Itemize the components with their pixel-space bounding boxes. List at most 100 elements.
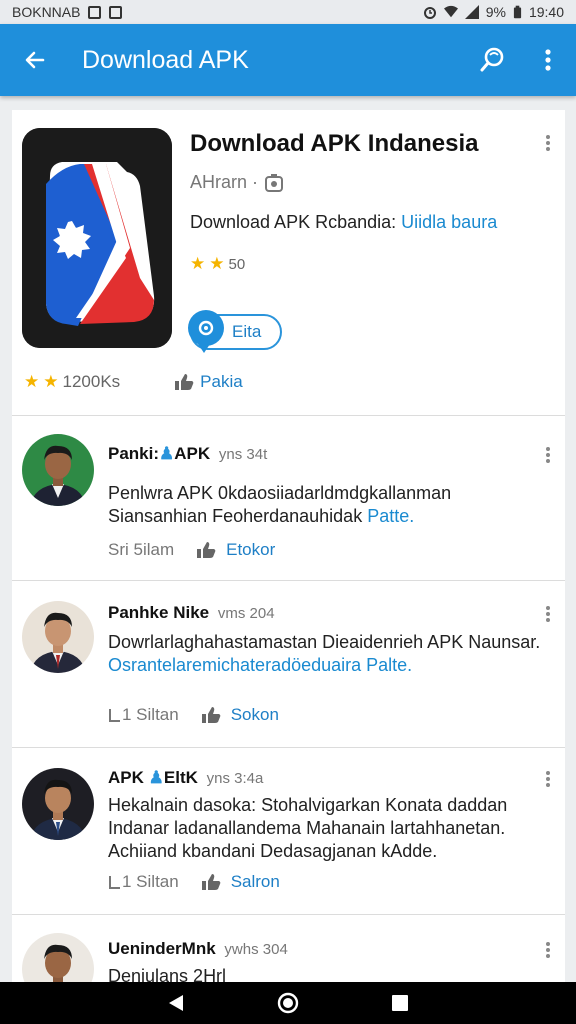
main-content: Download APK Indanesia AHrarn · Download… [12,110,565,982]
rating-value: 50 [228,255,246,273]
review-link[interactable]: Patte. [367,506,414,526]
reviewer-name: APK ♟EltK yns 3:4a [108,768,263,788]
review-time: ywhs 304 [224,941,288,958]
review-text: Dowrlarlaghahastamastan Dieaidenrieh APK… [108,631,548,677]
reviewer-name: Panki:♟APK yns 34t [108,444,267,464]
page-title: Download APK [82,45,249,74]
package-link[interactable]: Pakia [174,372,243,392]
back-arrow-icon [25,51,45,69]
reviewer-badge-text: APK [174,444,211,463]
reply-label: Salron [230,872,280,891]
reply-label: Etokor [226,540,276,559]
verified-badge-icon [265,173,284,192]
thumb-icon [175,374,194,390]
signal-icon [464,5,479,19]
nav-recents-button[interactable] [380,982,420,1024]
star-icon: ★ [24,372,40,391]
review-time: vms 204 [217,605,275,622]
badge-icon: ♟ [148,768,164,787]
downloads-value: 1200Ks [62,372,121,391]
review-text: Hekalnain dasoka: Stohalvigarkan Konata … [108,795,508,861]
review-meta-text: 1 Siltan [122,872,179,891]
package-label: Pakia [200,372,243,391]
app-header-card: Download APK Indanesia AHrarn · Download… [12,110,565,416]
description-text: Download APK Rcbandia: [190,212,397,232]
review-text: Penlwra APK 0kdaosiiadarldmdgkallanman S… [108,482,548,528]
more-vert-icon[interactable] [545,770,551,788]
battery-percent: 9% [485,4,506,20]
more-vert-icon[interactable] [545,605,551,623]
avatar-photo [22,601,94,673]
thumb-icon [201,874,221,890]
wifi-icon [443,5,458,18]
more-vert-icon[interactable] [545,446,551,464]
review-meta: Sri 5ilam Etokor [108,540,275,560]
nav-home-button[interactable] [268,982,308,1024]
review-item: UeninderMnk ywhs 304 Deniulans 2Hrl [12,915,565,982]
refresh-icon [198,320,214,336]
more-vert-icon[interactable] [545,941,551,959]
reviewer-name-text: Panhke Nike [108,603,210,622]
nav-back-icon [169,995,183,1011]
avatar-photo [22,434,94,506]
star-icon: ★ [190,254,206,273]
review-item: Panki:♟APK yns 34t Penlwra APK 0kdaosiia… [12,416,565,581]
review-meta: 1 Siltan Salron [108,872,280,892]
app-bar: Download APK [0,24,576,96]
back-button[interactable] [0,24,70,96]
star-icon: ★ [209,254,225,273]
thumb-icon [201,707,221,723]
more-vert-icon[interactable] [545,134,551,152]
reviewer-name-text: APK [108,768,144,787]
review-time: yns 3:4a [206,770,264,787]
search-icon [480,47,504,72]
badge-icon: ♟ [159,444,175,463]
nav-recents-icon [392,995,408,1011]
avatar-photo [22,768,94,840]
review-item: APK ♟EltK yns 3:4a Hekalnain dasoka: Sto… [12,748,565,915]
avatar[interactable] [22,601,94,673]
more-options-button[interactable] [520,24,576,96]
description-link[interactable]: Uiidla baura [401,212,497,232]
review-time: yns 34t [218,446,268,463]
app-description: Download APK Rcbandia: Uiidla baura [190,212,497,233]
thumb-icon [197,542,216,558]
reviewer-name: UeninderMnk ywhs 304 [108,939,288,959]
install-chat-icon[interactable] [188,310,224,353]
reviewer-name-text: Panki: [108,444,160,463]
more-vert-icon [545,49,551,71]
search-button[interactable] [464,24,520,96]
reply-label: Sokon [230,705,279,724]
developer-name: AHrarn · [190,172,259,192]
app-logo[interactable] [22,128,172,348]
star-icon: ★ [43,372,59,391]
nav-home-icon [277,992,299,1014]
review-item: Panhke Nike vms 204 Dowrlarlaghahastamas… [12,581,565,748]
navigation-bar [0,982,576,1024]
install-label: Eita [232,322,262,341]
app-rating: ★ ★ 50 [190,254,245,274]
bar-icon [109,709,120,722]
avatar[interactable] [22,933,94,982]
review-meta-text: Sri 5ilam [108,540,175,559]
review-link[interactable]: Osrantelaremichateradöeduaira Palte. [108,655,412,675]
status-left-text: BOKNNAB [12,4,81,20]
reply-button[interactable]: Salron [201,872,280,892]
app-logo-graphic [22,128,172,348]
review-meta: 1 Siltan Sokon [108,705,279,725]
downloads-count: ★ ★ 1200Ks [24,372,120,392]
avatar-photo [22,933,94,982]
reviewer-name: Panhke Nike vms 204 [108,603,275,623]
app-stats: ★ ★ 1200Ks Pakia [24,372,554,392]
app-title: Download APK Indanesia [190,130,479,157]
avatar[interactable] [22,434,94,506]
battery-icon [513,5,522,19]
reply-button[interactable]: Etokor [196,540,275,560]
reply-button[interactable]: Sokon [201,705,279,725]
developer-line[interactable]: AHrarn · [190,172,284,193]
clock: 19:40 [528,4,564,20]
avatar[interactable] [22,768,94,840]
image-notification-icon [109,5,123,19]
nav-back-button[interactable] [156,982,196,1024]
review-body: Dowrlarlaghahastamastan Dieaidenrieh APK… [108,632,541,652]
